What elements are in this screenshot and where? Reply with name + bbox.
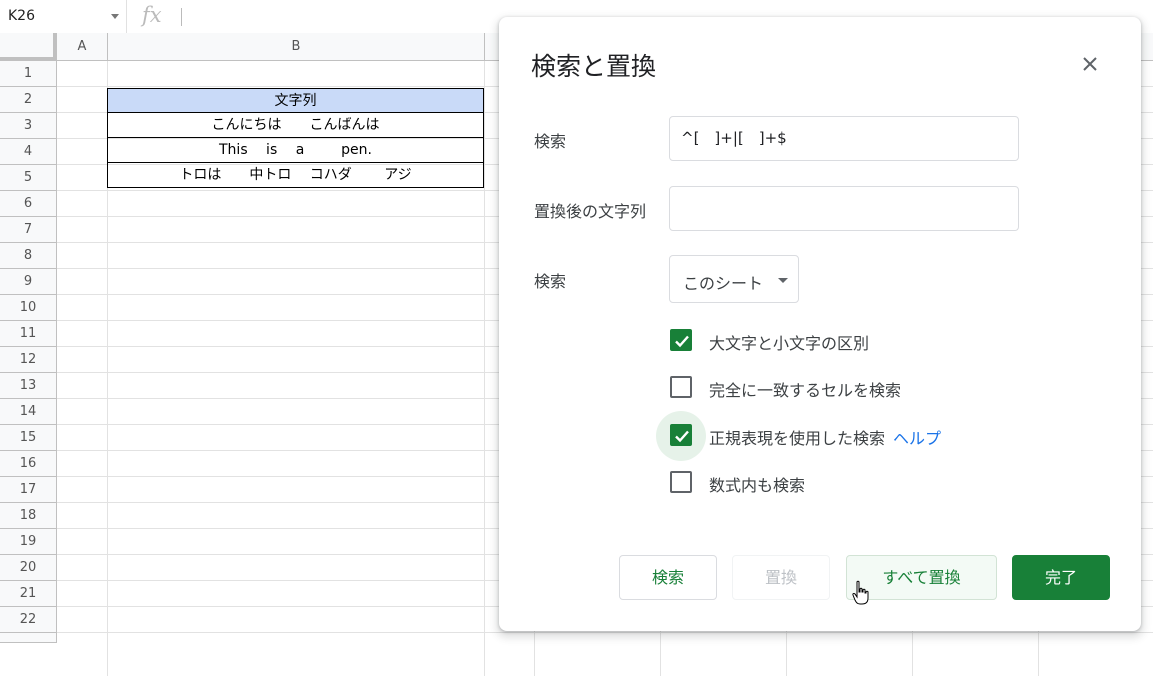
match-entire-cell-checkbox[interactable] <box>670 376 692 398</box>
row-header[interactable]: 10 <box>0 295 57 321</box>
regex-label-text: 正規表現を使用した検索 <box>709 429 886 448</box>
scope-label: 検索 <box>534 272 567 291</box>
table-cell[interactable]: こんにちは こんばんは <box>107 113 484 138</box>
table-header-cell[interactable]: 文字列 <box>107 88 484 113</box>
scope-value: このシート <box>683 274 764 293</box>
search-input[interactable]: ^[ ]+|[ ]+$ <box>669 116 1019 161</box>
replace-input[interactable] <box>669 186 1019 231</box>
name-box[interactable]: K26 <box>0 0 127 33</box>
help-link[interactable]: ヘルプ <box>893 429 941 448</box>
row-header[interactable]: 15 <box>0 425 57 451</box>
row-header[interactable]: 9 <box>0 269 57 295</box>
row-header[interactable]: 16 <box>0 451 57 477</box>
checkmark-icon <box>675 335 689 348</box>
replace-label: 置換後の文字列 <box>534 202 647 221</box>
regex-label: 正規表現を使用した検索 ヘルプ <box>709 425 941 449</box>
checkmark-icon <box>675 430 689 443</box>
row-header[interactable]: 22 <box>0 607 57 633</box>
row-header[interactable]: 8 <box>0 243 57 269</box>
row-header[interactable]: 17 <box>0 477 57 503</box>
chevron-down-icon[interactable] <box>111 14 119 19</box>
search-formulas-label: 数式内も検索 <box>709 476 806 495</box>
table-cell[interactable]: This is a pen. <box>107 138 484 163</box>
row-header[interactable]: 5 <box>0 165 57 191</box>
scope-select[interactable]: このシート <box>669 255 799 303</box>
row-header[interactable]: 14 <box>0 399 57 425</box>
column-header-b[interactable]: B <box>108 33 485 61</box>
row-header[interactable]: 3 <box>0 113 57 139</box>
row-header[interactable]: 2 <box>0 87 57 113</box>
match-entire-cell-label: 完全に一致するセルを検索 <box>709 381 902 400</box>
data-table: 文字列 こんにちは こんばんは This is a pen. トロは 中トロ コ… <box>107 88 484 188</box>
row-header[interactable]: 6 <box>0 191 57 217</box>
match-case-label: 大文字と小文字の区別 <box>709 334 870 353</box>
row-header[interactable] <box>0 633 57 643</box>
row-header[interactable]: 11 <box>0 321 57 347</box>
select-all-corner[interactable] <box>0 33 57 61</box>
close-icon[interactable] <box>1079 53 1101 75</box>
row-header[interactable]: 7 <box>0 217 57 243</box>
column-header-a[interactable]: A <box>57 33 108 61</box>
dialog-title: 検索と置換 <box>531 52 657 81</box>
row-header[interactable]: 1 <box>0 61 57 87</box>
hand-cursor-icon <box>852 580 869 605</box>
row-header[interactable]: 13 <box>0 373 57 399</box>
formula-input[interactable] <box>181 8 182 26</box>
find-button[interactable]: 検索 <box>619 555 717 600</box>
search-formulas-checkbox[interactable] <box>670 471 692 493</box>
row-header[interactable]: 12 <box>0 347 57 373</box>
replace-button[interactable]: 置換 <box>732 555 830 600</box>
dropdown-arrow-icon <box>778 278 788 283</box>
find-replace-dialog: 検索と置換 検索 ^[ ]+|[ ]+$ 置換後の文字列 検索 このシート 大文… <box>499 17 1141 631</box>
table-cell[interactable]: トロは 中トロ コハダ アジ <box>107 163 484 188</box>
name-box-value: K26 <box>8 8 35 24</box>
match-case-checkbox[interactable] <box>670 329 692 351</box>
search-label: 検索 <box>534 132 567 151</box>
row-header[interactable]: 4 <box>0 139 57 165</box>
regex-checkbox[interactable] <box>670 424 692 446</box>
row-header[interactable]: 21 <box>0 581 57 607</box>
row-header[interactable]: 20 <box>0 555 57 581</box>
fx-icon: fx <box>142 3 162 27</box>
done-button[interactable]: 完了 <box>1012 555 1110 600</box>
row-header[interactable]: 18 <box>0 503 57 529</box>
row-header[interactable]: 19 <box>0 529 57 555</box>
